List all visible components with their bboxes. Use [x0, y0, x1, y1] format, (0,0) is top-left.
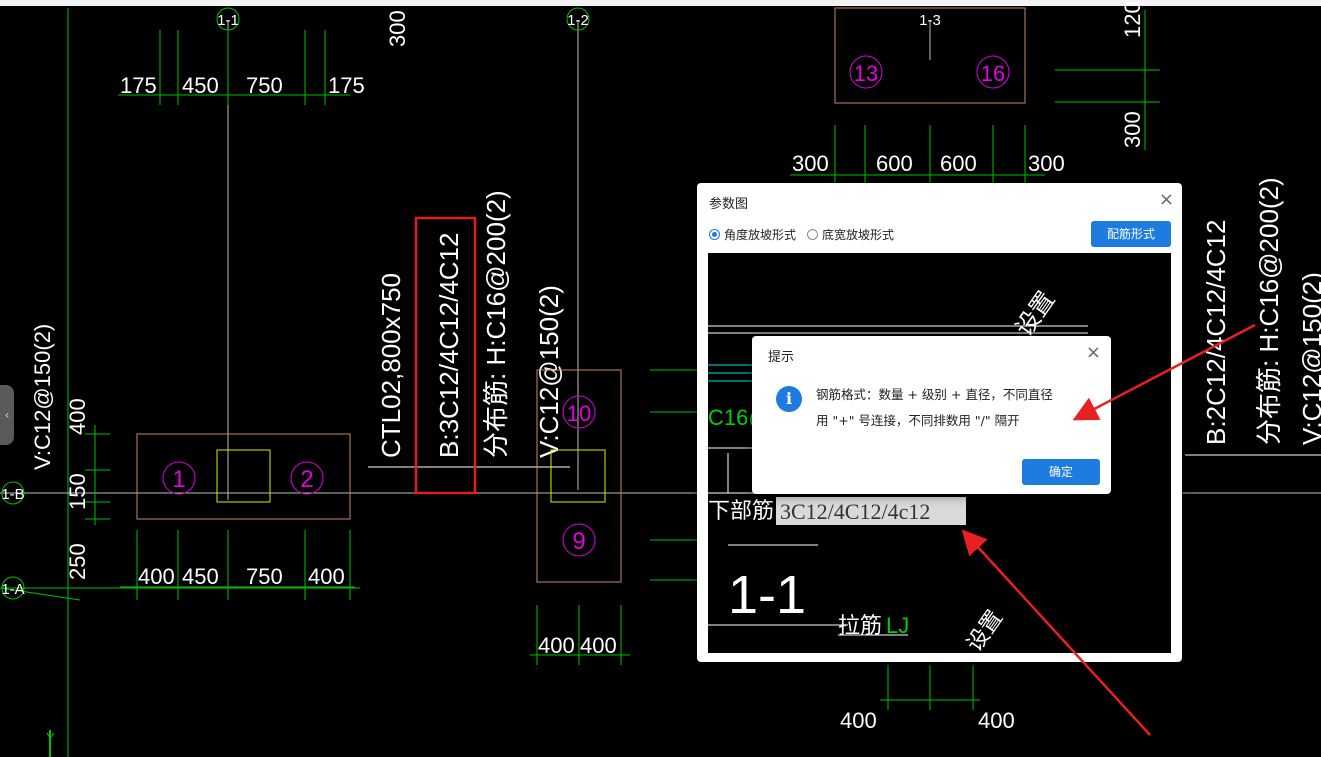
svg-text:750: 750	[246, 73, 283, 98]
svg-text:450: 450	[182, 564, 219, 589]
mark-1: 1	[162, 461, 196, 495]
dimension-far-bottom	[880, 665, 980, 710]
mark-13: 13	[849, 55, 883, 89]
svg-text:400: 400	[65, 398, 90, 435]
svg-text:175: 175	[328, 73, 365, 98]
preview-tie-label: 拉筋	[838, 613, 882, 638]
side-collapse-handle[interactable]: ‹	[0, 385, 14, 445]
radio-angle-slope[interactable]: 角度放坡形式	[709, 226, 796, 243]
column-left	[216, 449, 271, 503]
radio-width-label: 底宽放坡形式	[822, 228, 895, 242]
svg-text:600: 600	[940, 151, 977, 176]
tip-message-line1: 钢筋格式：数量 + 级别 + 直径，不同直径	[816, 387, 1053, 402]
preview-bottom-label: 下部筋	[708, 498, 774, 523]
svg-text:400: 400	[978, 708, 1015, 733]
axis-bubble-1-B: 1-B	[1, 481, 25, 505]
axis-bubble-1-1: 1-1	[216, 7, 240, 31]
preview-tie-value: LJ	[886, 613, 909, 638]
dimension-top-small: 300	[385, 10, 410, 47]
svg-text:10: 10	[567, 401, 591, 426]
svg-text:400: 400	[538, 633, 575, 658]
svg-text:300: 300	[792, 151, 829, 176]
radio-selected-icon	[709, 229, 720, 240]
text-right-v: V:C12@150(2)	[1297, 272, 1321, 445]
axis-bubble-1-A: 1-A	[1, 576, 25, 600]
mark-16: 16	[976, 55, 1010, 89]
svg-text:16: 16	[981, 61, 1005, 86]
dimension-top-left-labels: 175 450 750 175	[120, 73, 365, 98]
svg-text:175: 175	[120, 73, 157, 98]
preview-settings-text2: 设置	[962, 605, 1008, 653]
svg-text:120: 120	[1120, 1, 1145, 38]
svg-text:450: 450	[182, 73, 219, 98]
radio-angle-label: 角度放坡形式	[724, 228, 797, 242]
dimension-col-bottom-labels: 400 400	[538, 633, 617, 658]
ok-button[interactable]: 确定	[1022, 459, 1100, 485]
svg-text:400: 400	[138, 564, 175, 589]
info-icon: i	[776, 386, 802, 412]
svg-text:250: 250	[65, 543, 90, 580]
tip-dialog-title: 提示	[768, 350, 795, 365]
axis-bubble-1-2: 1-2	[566, 7, 590, 31]
svg-text:1-B: 1-B	[1, 486, 24, 503]
text-vert-mid: V:C12@150(2)	[534, 285, 564, 458]
tip-message-line2: 用 "+" 号连接，不同排数用 "/" 隔开	[816, 413, 1020, 428]
mark-9: 9	[562, 523, 596, 557]
preview-section-label: 1-1	[728, 565, 806, 625]
radio-width-slope[interactable]: 底宽放坡形式	[807, 226, 894, 243]
svg-text:9: 9	[572, 528, 585, 555]
svg-text:300: 300	[1120, 111, 1145, 148]
svg-text:750: 750	[246, 564, 283, 589]
svg-text:150: 150	[65, 473, 90, 510]
y-axis-icon: Y	[46, 730, 55, 757]
text-right-b: B:2C12/4C12/4C12	[1201, 220, 1231, 445]
rebar-form-button[interactable]: 配筋形式	[1091, 221, 1171, 247]
short-ticks	[650, 369, 700, 581]
svg-text:1-1: 1-1	[217, 12, 239, 29]
text-vert-left: V:C12@150(2)	[30, 324, 55, 470]
dimension-top-right-labels: 300 600 600 300 120 300	[792, 1, 1145, 176]
tip-dialog: 提示 × i 钢筋格式：数量 + 级别 + 直径，不同直径 用 "+" 号连接，…	[752, 336, 1111, 494]
svg-text:600: 600	[876, 151, 913, 176]
close-icon[interactable]: ×	[1159, 189, 1174, 210]
svg-text:400: 400	[840, 708, 877, 733]
dimension-bottom-left-labels: 400 450 750 400	[138, 564, 345, 589]
svg-text:400: 400	[308, 564, 345, 589]
text-bottom-rebar[interactable]: B:3C12/4C12/4C12	[434, 233, 464, 458]
radio-unselected-icon	[807, 229, 818, 240]
dimension-left-vertical-labels: 400 150 250	[65, 398, 90, 580]
mark-10: 10	[562, 395, 596, 429]
mark-2: 2	[290, 461, 324, 495]
text-ctl: CTL02,800x750	[376, 273, 406, 458]
svg-text:400: 400	[580, 633, 617, 658]
svg-text:1: 1	[172, 466, 185, 493]
preview-cyan-lines	[708, 364, 758, 382]
text-distribution: 分布筋: H:C16@200(2)	[481, 190, 511, 458]
svg-text:1-A: 1-A	[1, 581, 24, 598]
svg-text:Y: Y	[46, 730, 55, 745]
tip-message: 钢筋格式：数量 + 级别 + 直径，不同直径 用 "+" 号连接，不同排数用 "…	[816, 382, 1096, 434]
svg-text:1-3: 1-3	[919, 12, 941, 29]
dimension-far-bottom-labels: 400 400	[840, 708, 1015, 733]
param-dialog-title: 参数图	[709, 197, 749, 212]
text-right-dist: 分布筋: H:C16@200(2)	[1254, 177, 1284, 445]
axis-bubble-1-3: 1-3	[919, 12, 941, 29]
svg-text:2: 2	[300, 466, 313, 493]
tip-close-icon[interactable]: ×	[1086, 342, 1101, 363]
svg-text:1-2: 1-2	[567, 12, 589, 29]
footing-left	[136, 433, 351, 520]
preview-bottom-value[interactable]: 3C12/4C12/4c12	[780, 499, 930, 524]
svg-text:300: 300	[1028, 151, 1065, 176]
svg-text:13: 13	[854, 61, 878, 86]
